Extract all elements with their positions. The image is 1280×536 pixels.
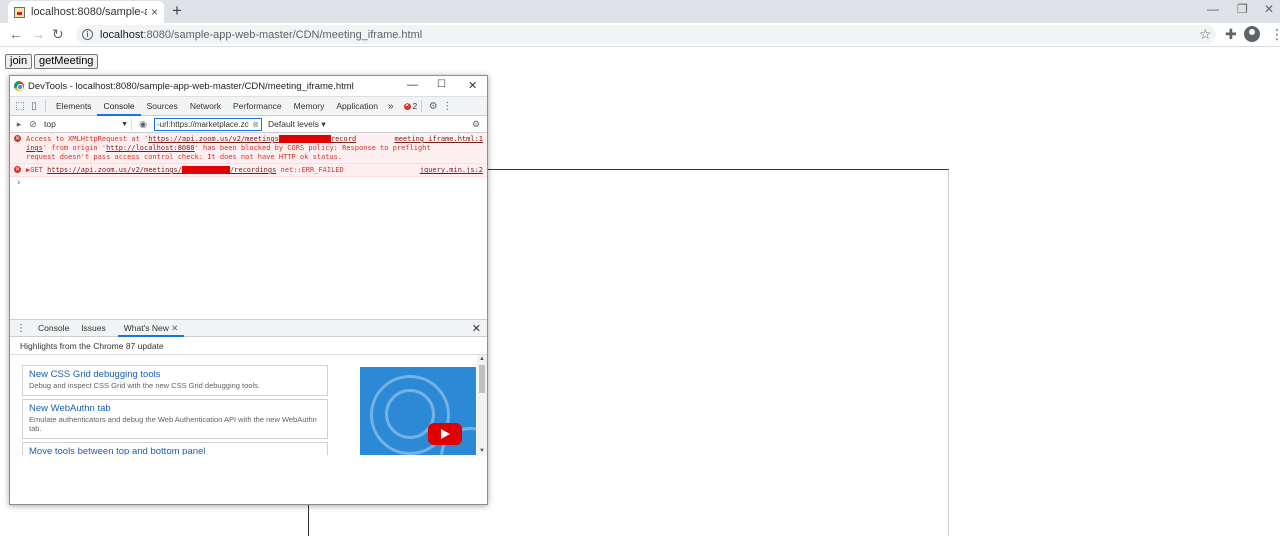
error-icon: ✕ — [403, 102, 411, 110]
browser-tab-strip: localhost:8080/sample-app-web × + — ❐ ✕ — [0, 0, 1280, 23]
tab-close-icon[interactable]: × — [151, 5, 158, 19]
reload-icon[interactable]: ↻ — [52, 26, 64, 42]
devtools-close-button[interactable]: ✕ — [468, 79, 477, 92]
new-tab-button[interactable]: + — [172, 2, 182, 20]
tab-memory[interactable]: Memory — [288, 96, 331, 116]
error-count-badge[interactable]: ✕ 2 — [403, 101, 417, 111]
profile-avatar-icon[interactable] — [1244, 26, 1260, 42]
drawer-menu-icon[interactable]: ⋮ — [10, 323, 32, 334]
close-window-button[interactable]: ✕ — [1264, 2, 1274, 16]
address-bar[interactable]: i localhost:8080/sample-app-web-master/C… — [76, 25, 1216, 44]
tab-application[interactable]: Application — [330, 96, 384, 116]
devtools-window: DevTools - localhost:8080/sample-app-web… — [9, 75, 488, 505]
get-meeting-button[interactable]: getMeeting — [34, 54, 99, 69]
console-settings-gear-icon[interactable]: ⚙ — [469, 119, 483, 130]
redacted-meeting-id — [181, 166, 230, 174]
whats-new-card[interactable]: Move tools between top and bottom panel — [22, 442, 328, 455]
tab-elements[interactable]: Elements — [50, 96, 97, 116]
browser-tab[interactable]: localhost:8080/sample-app-web × — [8, 1, 164, 23]
devtools-maximize-button[interactable]: ☐ — [437, 79, 446, 90]
tab-performance[interactable]: Performance — [227, 96, 288, 116]
expand-triangle[interactable]: ▶GET — [26, 166, 47, 174]
drawer-tab-issues[interactable]: Issues — [75, 319, 112, 337]
drawer-tab-whats-new[interactable]: What's New ✕ — [117, 319, 185, 337]
devtools-title: DevTools - localhost:8080/sample-app-web… — [28, 80, 354, 92]
browser-menu-icon[interactable]: ⋮ — [1270, 26, 1280, 42]
card-description: Debug and inspect CSS Grid with the new … — [29, 381, 260, 390]
devtools-titlebar: DevTools - localhost:8080/sample-app-web… — [10, 76, 487, 96]
bookmark-star-icon[interactable]: ☆ — [1199, 26, 1212, 42]
console-prompt[interactable]: › — [10, 177, 487, 189]
whats-new-scrollbar[interactable]: ▲ ▼ — [477, 355, 487, 455]
drawer-tabs: ⋮ Console Issues What's New ✕ ✕ — [10, 319, 487, 337]
site-info-icon[interactable]: i — [82, 29, 93, 40]
context-select[interactable]: top ▼ — [40, 117, 132, 131]
settings-gear-icon[interactable]: ⚙ — [426, 101, 440, 112]
whats-new-panel: New CSS Grid debugging tools Debug and i… — [10, 355, 487, 455]
forward-arrow-icon[interactable]: → — [31, 26, 45, 42]
tab-title: localhost:8080/sample-app-web — [31, 6, 147, 18]
whats-new-card[interactable]: New CSS Grid debugging tools Debug and i… — [22, 365, 328, 396]
close-drawer-icon[interactable]: ✕ — [472, 322, 481, 335]
log-levels-dropdown[interactable]: Default levels ▾ — [268, 119, 326, 130]
error-source-link[interactable]: meeting iframe.html:1 — [394, 135, 483, 144]
card-description: Emulate authenticators and debug the Web… — [29, 415, 317, 433]
card-title[interactable]: New CSS Grid debugging tools — [29, 368, 321, 381]
whats-new-video-thumbnail[interactable] — [360, 367, 476, 455]
chrome-logo-icon — [14, 81, 24, 91]
live-expression-eye-icon[interactable]: ◉ — [136, 119, 150, 130]
console-log-area: ✕ Access to XMLHttpRequest at 'https://a… — [10, 133, 487, 319]
more-tabs-icon[interactable]: » — [384, 101, 398, 112]
card-title[interactable]: Move tools between top and bottom panel — [29, 445, 321, 455]
devtools-menu-icon[interactable]: ⋮ — [440, 101, 454, 112]
card-title[interactable]: New WebAuthn tab — [29, 402, 321, 415]
tab-console[interactable]: Console — [97, 96, 141, 116]
drawer-tab-console[interactable]: Console — [32, 319, 75, 337]
inspect-element-icon[interactable]: ⬚ — [13, 101, 27, 112]
console-filter-input[interactable]: -url:https://marketplace.zc ⊗ — [154, 117, 262, 131]
error-source-link[interactable]: jquery.min.js:2 — [420, 166, 483, 175]
show-sidebar-icon[interactable]: ▸ — [12, 119, 26, 130]
divider — [421, 100, 423, 112]
browser-toolbar: ← → ↻ i localhost:8080/sample-app-web-ma… — [0, 23, 1280, 47]
restore-window-button[interactable]: ❐ — [1237, 2, 1248, 16]
whats-new-heading: Highlights from the Chrome 87 update — [10, 337, 487, 355]
whats-new-card[interactable]: New WebAuthn tab Emulate authenticators … — [22, 399, 328, 439]
youtube-play-icon[interactable] — [428, 423, 462, 445]
console-toolbar: ▸ ⊘ top ▼ ◉ -url:https://marketplace.zc ⊗ … — [10, 116, 487, 133]
scrollbar-thumb[interactable] — [479, 365, 485, 393]
devtools-panel-tabs: ⬚ ▯ Elements Console Sources Network Per… — [10, 96, 487, 116]
divider — [45, 100, 46, 112]
console-error-message[interactable]: ✕ ▶GET https://api.zoom.us/v2/meetings//… — [10, 164, 487, 177]
clear-console-icon[interactable]: ⊘ — [26, 119, 40, 130]
tab-network[interactable]: Network — [184, 96, 227, 116]
redacted-meeting-id — [278, 135, 331, 143]
join-button[interactable]: join — [5, 54, 33, 69]
minimize-window-button[interactable]: — — [1207, 2, 1219, 16]
page-favicon-icon — [14, 6, 25, 18]
extensions-puzzle-icon[interactable]: ✚ — [1225, 26, 1237, 42]
back-arrow-icon[interactable]: ← — [9, 26, 23, 42]
error-icon: ✕ — [14, 166, 21, 173]
device-toolbar-icon[interactable]: ▯ — [27, 101, 41, 112]
tab-sources[interactable]: Sources — [141, 96, 184, 116]
error-icon: ✕ — [14, 135, 21, 142]
url-text: localhost:8080/sample-app-web-master/CDN… — [100, 28, 423, 41]
devtools-minimize-button[interactable]: — — [407, 79, 418, 91]
console-error-message[interactable]: ✕ Access to XMLHttpRequest at 'https://a… — [10, 133, 487, 164]
